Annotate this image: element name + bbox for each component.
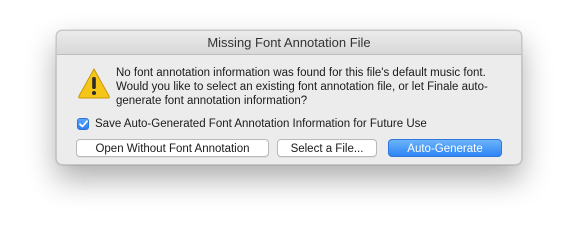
- save-annotation-label[interactable]: Save Auto-Generated Font Annotation Info…: [95, 118, 427, 130]
- dialog-title: Missing Font Annotation File: [57, 31, 521, 55]
- open-without-font-annotation-button[interactable]: Open Without Font Annotation: [76, 139, 269, 157]
- save-annotation-checkbox[interactable]: [77, 118, 89, 130]
- dialog-message: No font annotation information was found…: [116, 67, 488, 107]
- screen-background: Missing Font Annotation File No font ann…: [0, 0, 577, 248]
- select-a-file-button[interactable]: Select a File...: [277, 139, 377, 157]
- checkmark-icon: [78, 120, 88, 128]
- warning-icon: [78, 67, 110, 99]
- missing-font-annotation-dialog: Missing Font Annotation File No font ann…: [56, 30, 522, 165]
- save-annotation-checkbox-row[interactable]: Save Auto-Generated Font Annotation Info…: [77, 116, 427, 132]
- auto-generate-button[interactable]: Auto-Generate: [388, 139, 502, 157]
